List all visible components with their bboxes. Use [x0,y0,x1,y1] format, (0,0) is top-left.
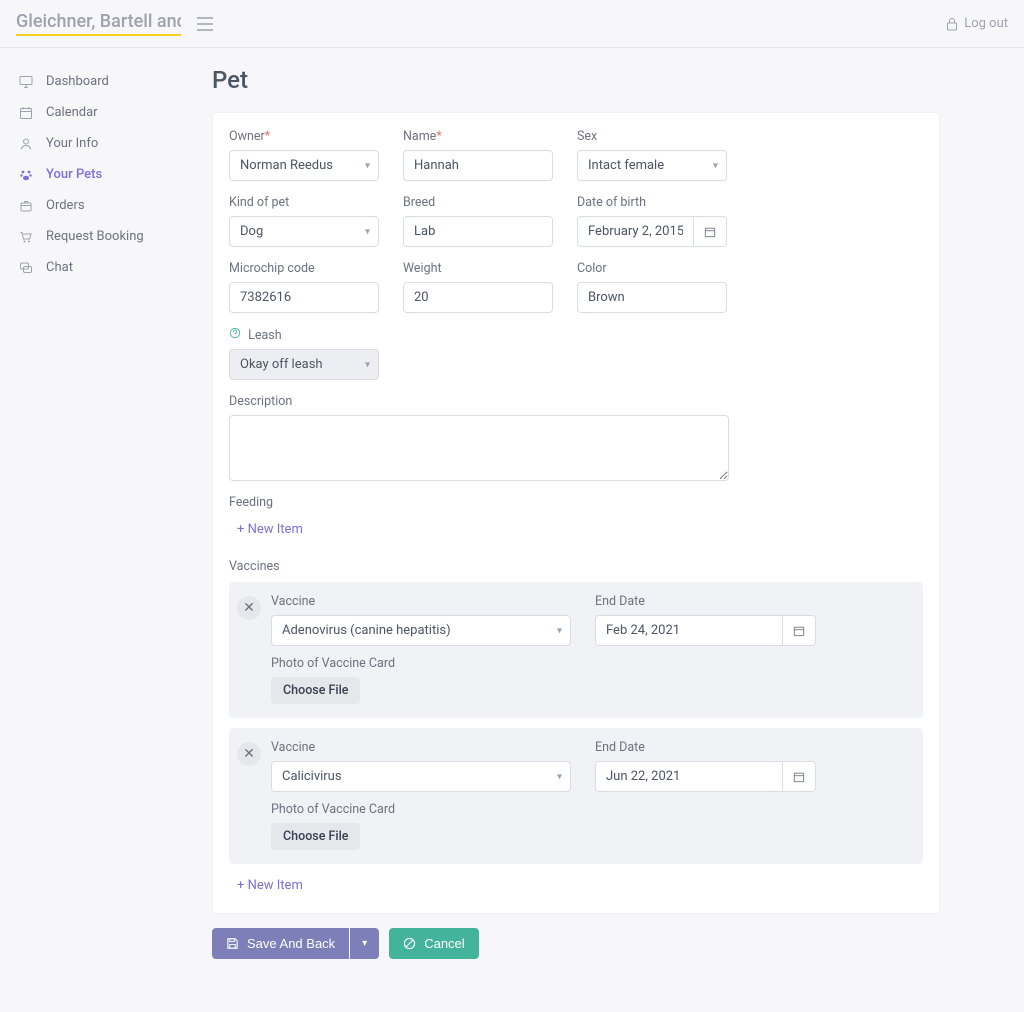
brand-title[interactable]: Gleichner, Bartell and M [16,11,181,36]
calendar-icon [704,226,716,238]
close-icon: ✕ [243,746,255,762]
calendar-icon [18,106,34,120]
vaccine-end-label: End Date [595,740,816,755]
user-icon [18,137,34,151]
save-icon [226,937,239,950]
sidebar-item-your-info[interactable]: Your Info [8,128,188,159]
dob-input[interactable] [577,216,694,247]
leash-label: Leash [229,327,379,343]
sidebar-item-label: Dashboard [46,74,109,89]
cart-icon [18,230,34,244]
sex-select[interactable]: Intact female▾ [577,150,727,181]
choose-file-button[interactable]: Choose File [271,677,360,704]
vaccines-add-item[interactable]: + New Item [229,874,311,897]
monitor-icon [18,75,34,89]
save-dropdown-toggle[interactable]: ▾ [350,928,379,959]
feeding-section-label: Feeding [229,495,923,510]
required-mark: * [436,129,441,144]
vaccine-remove-button[interactable]: ✕ [237,742,261,766]
leash-select[interactable]: Okay off leash▾ [229,349,379,380]
name-input[interactable] [403,150,553,181]
logout-button[interactable]: Log out [946,16,1008,31]
sidebar: Dashboard Calendar Your Info Your Pets O… [0,48,196,999]
sidebar-item-calendar[interactable]: Calendar [8,97,188,128]
vaccine-remove-button[interactable]: ✕ [237,596,261,620]
cancel-button[interactable]: Cancel [389,928,478,959]
vaccine-end-label: End Date [595,594,816,609]
pet-form-card: Owner* Norman Reedus▾ Name* Sex Intact f… [212,112,940,914]
chevron-down-icon: ▾ [362,938,367,949]
breed-input[interactable] [403,216,553,247]
vaccine-item: ✕ Vaccine Calicivirus▾ End Date [229,728,923,864]
help-icon[interactable] [229,328,244,343]
sidebar-item-label: Request Booking [46,229,144,244]
vaccine-select[interactable]: Adenovirus (canine hepatitis)▾ [271,615,571,646]
sidebar-item-label: Orders [46,198,85,213]
vaccine-label: Vaccine [271,594,571,609]
sidebar-item-label: Your Pets [46,167,102,182]
owner-label: Owner [229,129,265,144]
sidebar-item-label: Calendar [46,105,98,120]
color-label: Color [577,261,727,276]
owner-select[interactable]: Norman Reedus▾ [229,150,379,181]
breed-label: Breed [403,195,553,210]
weight-input[interactable] [403,282,553,313]
page-title: Pet [212,66,940,94]
cancel-icon [403,937,416,950]
chat-icon [18,261,34,275]
chevron-down-icon: ▾ [365,359,370,370]
vaccine-end-calendar-button[interactable] [783,761,816,792]
dob-calendar-button[interactable] [694,216,727,247]
color-input[interactable] [577,282,727,313]
chevron-down-icon: ▾ [557,771,562,782]
hamburger-icon[interactable] [197,17,213,31]
paw-icon [18,168,34,182]
chevron-down-icon: ▾ [557,625,562,636]
save-split-button: Save And Back ▾ [212,928,379,959]
save-button-label: Save And Back [247,936,335,951]
description-label: Description [229,394,729,409]
chevron-down-icon: ▾ [365,226,370,237]
vaccine-end-input[interactable] [595,615,783,646]
sidebar-item-your-pets[interactable]: Your Pets [8,159,188,190]
vaccine-end-input[interactable] [595,761,783,792]
sidebar-item-label: Your Info [46,136,98,151]
vaccine-end-calendar-button[interactable] [783,615,816,646]
required-mark: * [265,129,270,144]
sidebar-item-request-booking[interactable]: Request Booking [8,221,188,252]
feeding-add-item[interactable]: + New Item [229,518,311,541]
kind-select[interactable]: Dog▾ [229,216,379,247]
vaccine-label: Vaccine [271,740,571,755]
chevron-down-icon: ▾ [713,160,718,171]
cancel-button-label: Cancel [424,936,464,951]
name-label: Name [403,129,436,144]
calendar-icon [793,771,805,783]
chevron-down-icon: ▾ [365,160,370,171]
sex-label: Sex [577,129,727,144]
vaccines-section-label: Vaccines [229,559,923,574]
choose-file-button[interactable]: Choose File [271,823,360,850]
dob-label: Date of birth [577,195,727,210]
vaccine-select[interactable]: Calicivirus▾ [271,761,571,792]
vaccine-photo-label: Photo of Vaccine Card [271,656,909,671]
description-textarea[interactable] [229,415,729,481]
microchip-input[interactable] [229,282,379,313]
sidebar-item-orders[interactable]: Orders [8,190,188,221]
vaccine-item: ✕ Vaccine Adenovirus (canine hepatitis)▾… [229,582,923,718]
microchip-label: Microchip code [229,261,379,276]
lock-icon [946,17,958,31]
sidebar-item-dashboard[interactable]: Dashboard [8,66,188,97]
sidebar-item-label: Chat [46,260,73,275]
box-icon [18,199,34,213]
sidebar-item-chat[interactable]: Chat [8,252,188,283]
logout-label: Log out [964,16,1008,31]
weight-label: Weight [403,261,553,276]
calendar-icon [793,625,805,637]
save-and-back-button[interactable]: Save And Back [212,928,349,959]
close-icon: ✕ [243,600,255,616]
vaccine-photo-label: Photo of Vaccine Card [271,802,909,817]
kind-label: Kind of pet [229,195,379,210]
